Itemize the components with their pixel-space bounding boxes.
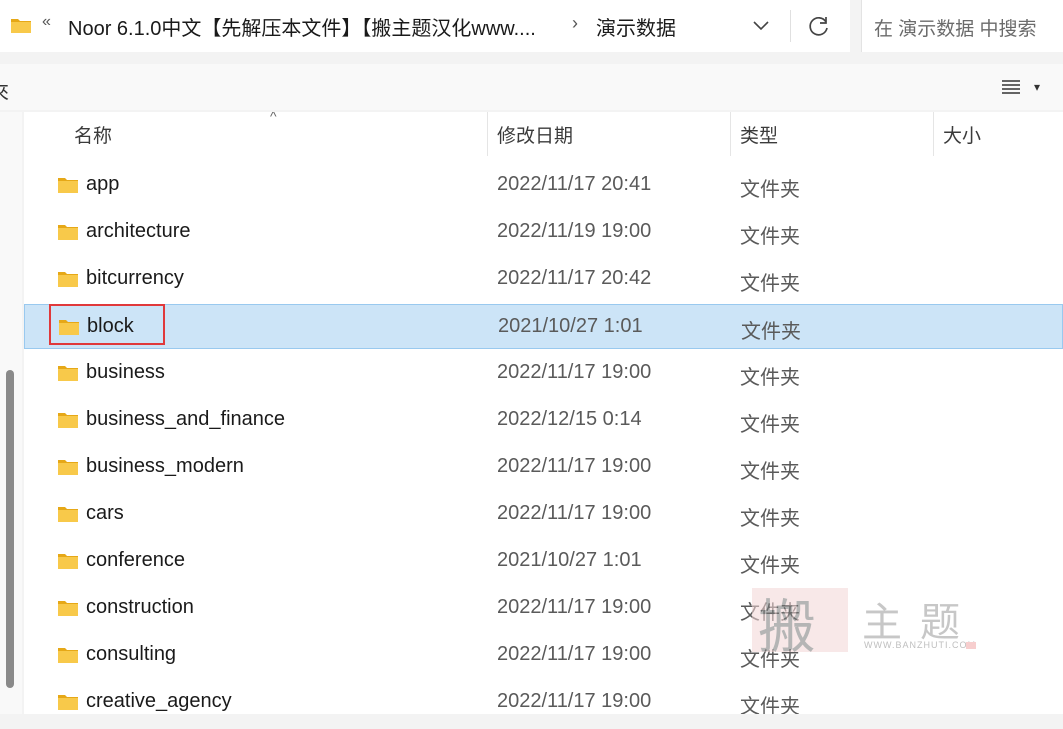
column-divider[interactable]: [487, 112, 488, 156]
file-type: 文件夹: [740, 508, 800, 530]
folder-icon: [58, 695, 78, 710]
watermark-logo: 搬 主题 WWW.BANZHUTI.COM: [752, 586, 984, 661]
folder-icon: [58, 648, 78, 663]
chevron-down-icon[interactable]: [750, 14, 772, 36]
file-name[interactable]: conference: [86, 549, 185, 572]
folder-icon: [58, 507, 78, 522]
watermark-seal-char: 搬: [758, 593, 817, 661]
file-row[interactable]: architecture 2022/11/19 19:00 文件夹: [24, 210, 1063, 255]
folder-icon: [58, 225, 78, 240]
file-type: 文件夹: [740, 179, 800, 201]
file-date: 2022/11/17 19:00: [497, 690, 652, 712]
folder-icon: [11, 19, 31, 33]
file-name[interactable]: creative_agency: [86, 690, 232, 713]
file-row[interactable]: bitcurrency 2022/11/17 20:42 文件夹: [24, 257, 1063, 302]
file-type: 文件夹: [740, 414, 800, 436]
file-row[interactable]: cars 2022/11/17 19:00 文件夹: [24, 492, 1063, 537]
file-date: 2022/11/17 19:00: [497, 361, 652, 383]
file-row[interactable]: business_modern 2022/11/17 19:00 文件夹: [24, 445, 1063, 490]
file-date: 2022/11/17 19:00: [497, 502, 652, 524]
file-date: 2021/10/27 1:01: [498, 315, 643, 337]
file-row[interactable]: business 2022/11/17 19:00 文件夹: [24, 351, 1063, 396]
column-date[interactable]: 修改日期: [497, 121, 573, 148]
file-name[interactable]: business: [86, 361, 165, 384]
address-bar[interactable]: « Noor 6.1.0中文【先解压本文件】【搬主题汉化www.... › 演示…: [0, 0, 850, 52]
file-type: 文件夹: [740, 226, 800, 248]
file-date: 2022/11/17 20:41: [497, 173, 652, 195]
column-divider[interactable]: [730, 112, 731, 156]
file-name[interactable]: construction: [86, 596, 194, 619]
search-placeholder[interactable]: 在 演示数据 中搜索: [874, 14, 1037, 41]
file-type: 文件夹: [740, 696, 800, 714]
file-name[interactable]: cars: [86, 502, 124, 525]
file-type: 文件夹: [741, 321, 801, 343]
navigation-scrollbar[interactable]: [6, 370, 14, 688]
column-type[interactable]: 类型: [740, 121, 778, 148]
file-date: 2022/11/17 19:00: [497, 643, 652, 665]
toolbar-fragment: 來: [0, 76, 9, 105]
breadcrumb-separator[interactable]: ›: [572, 13, 578, 34]
file-type: 文件夹: [740, 555, 800, 577]
file-date: 2022/12/15 0:14: [497, 408, 642, 430]
search-box[interactable]: 在 演示数据 中搜索: [861, 0, 1063, 52]
refresh-icon[interactable]: [806, 13, 832, 39]
folder-icon: [58, 413, 78, 428]
file-name[interactable]: consulting: [86, 643, 176, 666]
file-name[interactable]: business_modern: [86, 455, 244, 478]
folder-icon: [58, 460, 78, 475]
folder-icon: [58, 366, 78, 381]
breadcrumb-parent[interactable]: Noor 6.1.0中文【先解压本文件】【搬主题汉化www....: [68, 12, 536, 41]
column-divider[interactable]: [933, 112, 934, 156]
divider: [790, 10, 791, 42]
file-row[interactable]: business_and_finance 2022/12/15 0:14 文件夹: [24, 398, 1063, 443]
file-name[interactable]: business_and_finance: [86, 408, 285, 431]
file-date: 2021/10/27 1:01: [497, 549, 642, 571]
annotation-highlight-box: [49, 304, 165, 345]
file-row-selected[interactable]: block 2021/10/27 1:01 文件夹: [24, 304, 1063, 349]
file-row[interactable]: app 2022/11/17 20:41 文件夹: [24, 163, 1063, 208]
folder-icon: [58, 178, 78, 193]
file-name[interactable]: app: [86, 173, 119, 196]
file-date: 2022/11/17 19:00: [497, 455, 652, 477]
file-type: 文件夹: [740, 367, 800, 389]
breadcrumb-overflow-icon[interactable]: «: [42, 13, 51, 31]
folder-icon: [58, 601, 78, 616]
status-strip: [0, 714, 1063, 729]
file-name[interactable]: architecture: [86, 220, 191, 243]
file-type: 文件夹: [740, 461, 800, 483]
file-date: 2022/11/19 19:00: [497, 220, 652, 242]
title-bar: « Noor 6.1.0中文【先解压本文件】【搬主题汉化www.... › 演示…: [0, 0, 1063, 55]
file-date: 2022/11/17 19:00: [497, 596, 652, 618]
toolbar: ▾: [0, 64, 1063, 110]
sort-ascending-icon: ^: [270, 112, 277, 124]
breadcrumb-current[interactable]: 演示数据: [596, 12, 676, 41]
folder-icon: [58, 554, 78, 569]
column-name[interactable]: 名称: [74, 121, 112, 148]
column-header: ^ 名称 修改日期 类型 大小: [24, 112, 1063, 156]
file-type: 文件夹: [740, 273, 800, 295]
file-date: 2022/11/17 20:42: [497, 267, 652, 289]
column-size[interactable]: 大小: [943, 121, 981, 148]
file-name[interactable]: bitcurrency: [86, 267, 184, 290]
file-row[interactable]: conference 2021/10/27 1:01 文件夹: [24, 539, 1063, 584]
view-list-icon[interactable]: [1000, 78, 1022, 96]
view-dropdown-icon[interactable]: ▾: [1034, 80, 1040, 94]
watermark-url: WWW.BANZHUTI.COM: [864, 640, 976, 650]
file-row[interactable]: creative_agency 2022/11/17 19:00 文件夹: [24, 680, 1063, 714]
watermark-tag: [966, 642, 976, 649]
folder-icon: [58, 272, 78, 287]
